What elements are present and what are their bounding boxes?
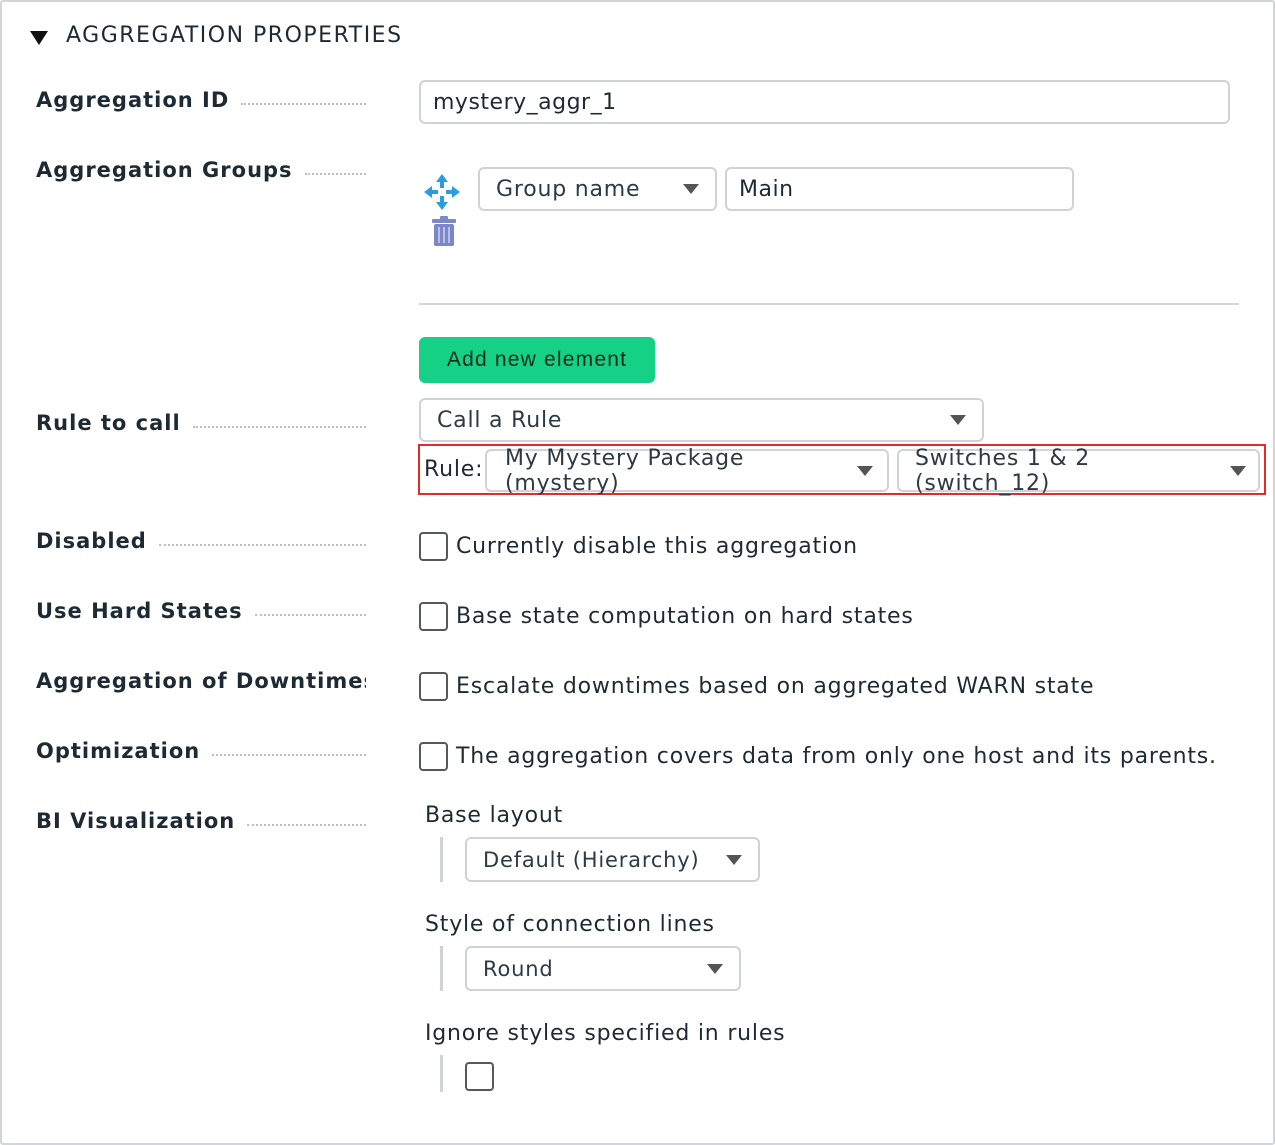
label-aggregation-groups: Aggregation Groups	[36, 158, 366, 182]
aggregation-id-value: mystery_aggr_1	[433, 89, 617, 115]
label-aggregation-id: Aggregation ID	[36, 88, 366, 112]
aggregation-id-input[interactable]: mystery_aggr_1	[419, 80, 1230, 124]
downtimes-checkbox-label: Escalate downtimes based on aggregated W…	[456, 674, 1095, 699]
optimization-checkbox[interactable]	[419, 742, 448, 771]
chevron-down-icon	[683, 184, 699, 194]
optimization-checkbox-label: The aggregation covers data from only on…	[456, 744, 1217, 769]
label-bi-visualization: BI Visualization	[36, 809, 366, 833]
disabled-checkbox-row[interactable]: Currently disable this aggregation	[419, 532, 858, 561]
rule-select-value: Switches 1 & 2 (switch_12)	[915, 445, 1091, 496]
label-hard-states: Use Hard States	[36, 599, 366, 623]
connection-lines-select[interactable]: Round	[465, 946, 741, 991]
package-select-value: My Mystery Package (mystery)	[505, 445, 745, 496]
ignore-styles-label: Ignore styles specified in rules	[425, 1021, 786, 1046]
group-value-input[interactable]: Main	[725, 167, 1074, 211]
label-text: Use Hard States	[36, 599, 243, 623]
rule-select[interactable]: Switches 1 & 2 (switch_12)	[897, 446, 1260, 496]
base-layout-select[interactable]: Default (Hierarchy)	[465, 837, 760, 882]
call-rule-select[interactable]: Call a Rule	[419, 398, 984, 442]
label-rule-to-call: Rule to call	[36, 411, 366, 435]
label-optimization: Optimization	[36, 739, 366, 763]
hard-states-checkbox[interactable]	[419, 602, 448, 631]
call-rule-select-value: Call a Rule	[437, 407, 563, 433]
label-text: BI Visualization	[36, 809, 236, 833]
section-header[interactable]: AGGREGATION PROPERTIES	[30, 20, 403, 50]
hard-states-checkbox-row[interactable]: Base state computation on hard states	[419, 602, 914, 631]
add-new-element-label: Add new element	[446, 348, 628, 371]
label-text: Rule to call	[36, 411, 181, 435]
chevron-down-icon	[857, 465, 873, 476]
chevron-down-icon	[1230, 465, 1246, 476]
indent-bar	[440, 946, 443, 991]
triangle-down-icon[interactable]	[30, 31, 48, 45]
base-layout-select-value: Default (Hierarchy)	[483, 847, 700, 872]
downtimes-checkbox[interactable]	[419, 672, 448, 701]
connection-lines-label: Style of connection lines	[425, 912, 715, 937]
connection-lines-select-value: Round	[483, 956, 554, 981]
label-text: Aggregation ID	[36, 88, 230, 112]
add-new-element-button[interactable]: Add new element	[419, 337, 655, 383]
label-disabled: Disabled	[36, 529, 366, 553]
disabled-checkbox-label: Currently disable this aggregation	[456, 534, 858, 559]
group-name-select[interactable]: Group name	[478, 167, 717, 211]
label-text: Optimization	[36, 739, 201, 763]
trash-icon[interactable]	[431, 215, 457, 247]
hard-states-checkbox-label: Base state computation on hard states	[456, 604, 914, 629]
indent-bar	[440, 837, 443, 882]
indent-bar	[440, 1055, 443, 1092]
ignore-styles-checkbox[interactable]	[465, 1062, 494, 1091]
divider	[419, 303, 1239, 305]
rule-label: Rule:	[424, 457, 484, 482]
move-arrows-icon[interactable]	[423, 173, 461, 211]
disabled-checkbox[interactable]	[419, 532, 448, 561]
section-title: AGGREGATION PROPERTIES	[66, 22, 403, 48]
chevron-down-icon	[707, 963, 723, 974]
package-select[interactable]: My Mystery Package (mystery)	[485, 446, 889, 496]
chevron-down-icon	[950, 415, 966, 425]
chevron-down-icon	[726, 854, 742, 865]
group-name-select-value: Group name	[496, 176, 641, 202]
label-text: Disabled	[36, 529, 147, 553]
label-text: Aggregation Groups	[36, 158, 293, 182]
label-text: Aggregation of Downtimes	[36, 669, 366, 693]
optimization-checkbox-row[interactable]: The aggregation covers data from only on…	[419, 742, 1217, 771]
group-value-text: Main	[739, 176, 794, 202]
base-layout-label: Base layout	[425, 803, 564, 828]
label-downtimes: Aggregation of Downtimes	[36, 669, 366, 693]
downtimes-checkbox-row[interactable]: Escalate downtimes based on aggregated W…	[419, 672, 1094, 701]
